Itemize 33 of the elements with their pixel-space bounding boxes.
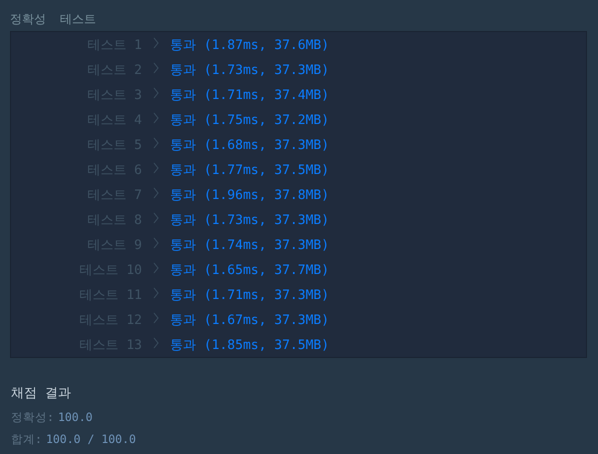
chevron-icon: [153, 62, 159, 74]
summary-label: 합계:: [11, 432, 42, 446]
summary-value: 100.0 / 100.0: [46, 432, 136, 446]
test-result: 통과 (1.96ms, 37.8MB): [170, 186, 330, 204]
summary-title: 채점 결과: [11, 385, 72, 403]
chevron-icon: [153, 262, 159, 274]
test-result: 통과 (1.65ms, 37.7MB): [170, 262, 330, 278]
test-result: 통과 (1.75ms, 37.2MB): [170, 112, 330, 128]
test-result: 통과 (1.73ms, 37.3MB): [170, 212, 330, 228]
chevron-icon: [153, 137, 159, 149]
chevron-icon: [153, 112, 159, 124]
chevron-icon: [153, 87, 159, 99]
summary-label: 정확성:: [11, 410, 54, 424]
test-result: 통과 (1.73ms, 37.3MB): [170, 62, 330, 78]
chevron-icon: [153, 187, 159, 199]
test-result: 통과 (1.85ms, 37.5MB): [170, 336, 330, 354]
test-result: 통과 (1.74ms, 37.3MB): [170, 236, 330, 254]
summary-value: 100.0: [58, 410, 93, 424]
chevron-icon: [153, 287, 159, 299]
chevron-icon: [153, 212, 159, 224]
test-result: 통과 (1.71ms, 37.4MB): [170, 86, 330, 104]
column-header: 정확성: [10, 11, 46, 28]
chevron-icon: [153, 237, 159, 249]
chevron-icon: [153, 162, 159, 174]
chevron-icon: [153, 337, 159, 349]
column-header: 테스트: [60, 11, 96, 28]
test-result: 통과 (1.67ms, 37.3MB): [170, 312, 330, 328]
test-result: 통과 (1.77ms, 37.5MB): [170, 162, 330, 178]
test-result: 통과 (1.87ms, 37.6MB): [170, 36, 330, 54]
chevron-icon: [153, 312, 159, 324]
chevron-icon: [153, 37, 159, 49]
test-result: 통과 (1.68ms, 37.3MB): [170, 136, 330, 154]
test-result: 통과 (1.71ms, 37.3MB): [170, 286, 330, 304]
